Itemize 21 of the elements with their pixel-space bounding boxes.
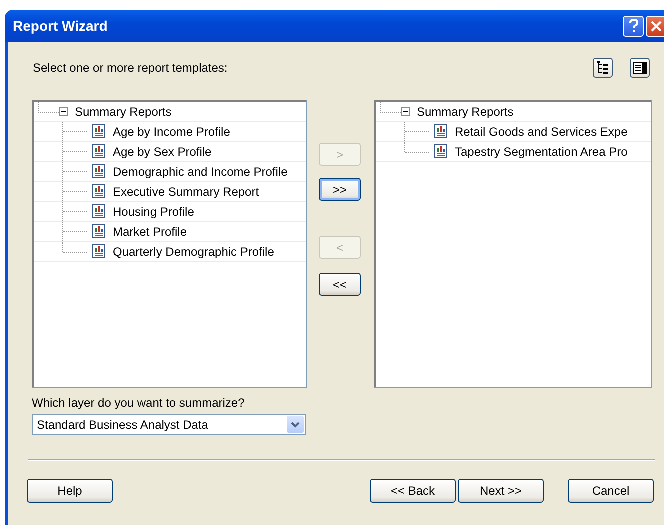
tree-item[interactable]: Market Profile bbox=[113, 224, 188, 238]
layer-label: Which layer do you want to summarize? bbox=[32, 396, 246, 410]
tree-item[interactable]: Executive Summary Report bbox=[113, 184, 260, 198]
tree-item[interactable]: Housing Profile bbox=[113, 204, 194, 218]
tree-item[interactable]: Summary Reports bbox=[417, 104, 514, 118]
footer-button[interactable]: Next >> bbox=[458, 479, 544, 503]
layer-dropdown[interactable]: Standard Business Analyst Data bbox=[32, 414, 306, 435]
footer-button[interactable]: Help bbox=[27, 479, 113, 503]
tree-item[interactable]: Quarterly Demographic Profile bbox=[113, 244, 274, 258]
tree-item[interactable]: Age by Income Profile bbox=[113, 124, 230, 138]
tree-item[interactable]: Tapestry Segmentation Area Pro bbox=[455, 144, 628, 158]
tree-item[interactable]: Age by Sex Profile bbox=[113, 144, 212, 158]
move-button[interactable]: << bbox=[319, 273, 361, 296]
footer-button[interactable]: << Back bbox=[370, 479, 456, 503]
window-title: Report Wizard bbox=[13, 18, 109, 34]
instruction-text: Select one or more report templates: bbox=[32, 61, 229, 75]
tree-item[interactable]: Demographic and Income Profile bbox=[113, 164, 288, 178]
tree-item[interactable]: Summary Reports bbox=[75, 104, 172, 118]
tree-item[interactable]: Retail Goods and Services Expe bbox=[455, 124, 628, 138]
footer-button[interactable]: Cancel bbox=[568, 479, 654, 503]
move-button[interactable]: >> bbox=[319, 178, 361, 201]
